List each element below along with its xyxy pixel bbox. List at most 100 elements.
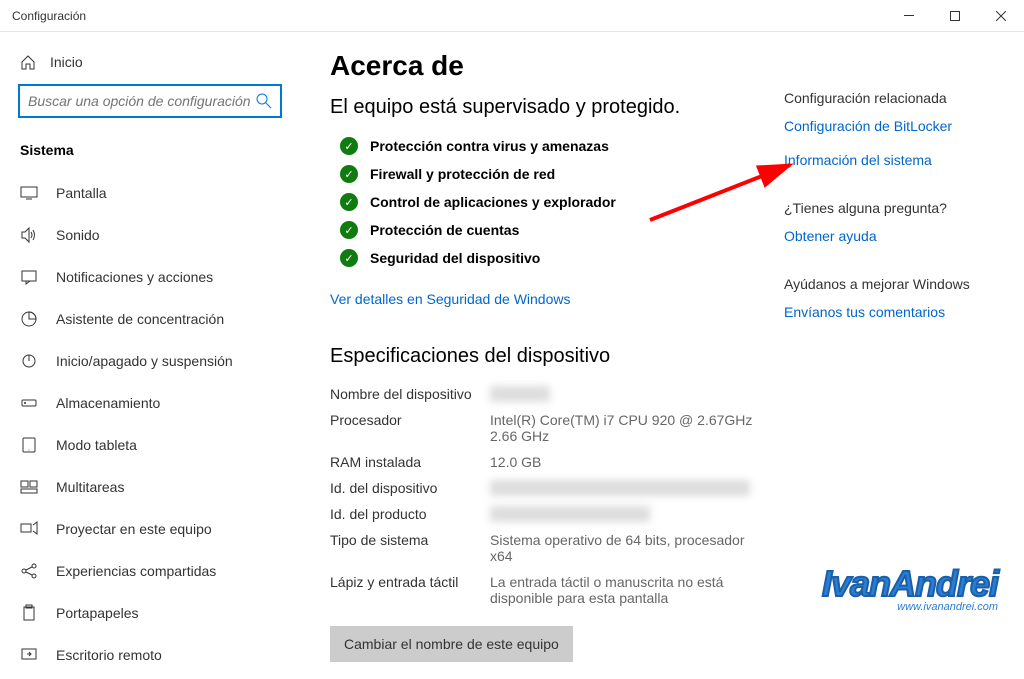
check-icon: ✓ (340, 221, 358, 239)
home-label: Inicio (50, 54, 83, 70)
search-input[interactable] (28, 93, 256, 109)
spec-value-blurred (490, 386, 550, 402)
protection-label: Firewall y protección de red (370, 166, 555, 182)
spec-row-device-id: Id. del dispositivo (330, 480, 754, 496)
sidebar-section-header: Sistema (0, 136, 300, 172)
check-icon: ✓ (340, 193, 358, 211)
sidebar-item-remote[interactable]: Escritorio remoto (0, 634, 300, 676)
sidebar-item-shared[interactable]: Experiencias compartidas (0, 550, 300, 592)
sidebar-item-label: Proyectar en este equipo (56, 521, 212, 537)
protection-label: Seguridad del dispositivo (370, 250, 540, 266)
remote-icon (20, 646, 38, 664)
maximize-button[interactable] (932, 0, 978, 32)
spec-label: Lápiz y entrada táctil (330, 574, 490, 606)
sidebar-item-tablet[interactable]: Modo tableta (0, 424, 300, 466)
system-info-link[interactable]: Información del sistema (784, 152, 994, 168)
protection-label: Protección de cuentas (370, 222, 519, 238)
notifications-icon (20, 268, 38, 286)
spec-row-processor: Procesador Intel(R) Core(TM) i7 CPU 920 … (330, 412, 754, 444)
clipboard-icon (20, 604, 38, 622)
project-icon (20, 520, 38, 538)
spec-row-device-name: Nombre del dispositivo (330, 386, 754, 402)
minimize-button[interactable] (886, 0, 932, 32)
spec-label: Id. del producto (330, 506, 490, 522)
window-controls (886, 0, 1024, 32)
display-icon (20, 184, 38, 202)
sidebar-item-clipboard[interactable]: Portapapeles (0, 592, 300, 634)
close-button[interactable] (978, 0, 1024, 32)
power-icon (20, 352, 38, 370)
sidebar-item-label: Sonido (56, 227, 100, 243)
spec-value-blurred (490, 506, 650, 522)
protection-label: Protección contra virus y amenazas (370, 138, 609, 154)
spec-value-blurred (490, 480, 750, 496)
window-title: Configuración (12, 9, 886, 23)
spec-row-product-id: Id. del producto (330, 506, 754, 522)
sidebar-item-label: Experiencias compartidas (56, 563, 216, 579)
sidebar-item-label: Inicio/apagado y suspensión (56, 353, 233, 369)
titlebar: Configuración (0, 0, 1024, 32)
sidebar-item-sonido[interactable]: Sonido (0, 214, 300, 256)
feedback-link[interactable]: Envíanos tus comentarios (784, 304, 994, 320)
sound-icon (20, 226, 38, 244)
spec-label: Procesador (330, 412, 490, 444)
sidebar-item-label: Multitareas (56, 479, 124, 495)
rename-pc-button[interactable]: Cambiar el nombre de este equipo (330, 626, 573, 662)
security-details-link[interactable]: Ver detalles en Seguridad de Windows (330, 291, 570, 307)
sidebar-item-power[interactable]: Inicio/apagado y suspensión (0, 340, 300, 382)
check-icon: ✓ (340, 165, 358, 183)
check-icon: ✓ (340, 137, 358, 155)
check-icon: ✓ (340, 249, 358, 267)
spec-label: Tipo de sistema (330, 532, 490, 564)
related-heading: Configuración relacionada (784, 90, 994, 106)
protection-item: ✓ Protección contra virus y amenazas (330, 137, 754, 155)
sidebar-item-storage[interactable]: Almacenamiento (0, 382, 300, 424)
focus-icon (20, 310, 38, 328)
watermark-text: IvanAndrei (822, 563, 998, 605)
multitask-icon (20, 478, 38, 496)
sidebar-item-multitask[interactable]: Multitareas (0, 466, 300, 508)
protection-item: ✓ Control de aplicaciones y explorador (330, 193, 754, 211)
home-icon (20, 54, 36, 70)
page-title: Acerca de (330, 50, 754, 82)
home-link[interactable]: Inicio (0, 50, 300, 84)
spec-row-system-type: Tipo de sistema Sistema operativo de 64 … (330, 532, 754, 564)
shared-icon (20, 562, 38, 580)
sidebar-item-notificaciones[interactable]: Notificaciones y acciones (0, 256, 300, 298)
protection-item: ✓ Firewall y protección de red (330, 165, 754, 183)
sidebar: Inicio Sistema Pantalla Sonido Notificac… (0, 32, 300, 679)
spec-value: Sistema operativo de 64 bits, procesador… (490, 532, 754, 564)
related-heading: ¿Tienes alguna pregunta? (784, 200, 994, 216)
tablet-icon (20, 436, 38, 454)
watermark: IvanAndrei www.ivanandrei.com (822, 563, 998, 613)
protection-label: Control de aplicaciones y explorador (370, 194, 616, 210)
sidebar-item-label: Almacenamiento (56, 395, 160, 411)
spec-value: 12.0 GB (490, 454, 541, 470)
sidebar-item-label: Pantalla (56, 185, 107, 201)
spec-value: La entrada táctil o manuscrita no está d… (490, 574, 754, 606)
spec-value: Intel(R) Core(TM) i7 CPU 920 @ 2.67GHz 2… (490, 412, 754, 444)
spec-label: Nombre del dispositivo (330, 386, 490, 402)
sidebar-item-label: Notificaciones y acciones (56, 269, 213, 285)
sidebar-item-project[interactable]: Proyectar en este equipo (0, 508, 300, 550)
sidebar-item-label: Modo tableta (56, 437, 137, 453)
spec-label: Id. del dispositivo (330, 480, 490, 496)
specs-heading: Especificaciones del dispositivo (330, 345, 754, 368)
sidebar-item-label: Escritorio remoto (56, 647, 162, 663)
search-icon (256, 93, 272, 109)
protection-item: ✓ Seguridad del dispositivo (330, 249, 754, 267)
spec-row-ram: RAM instalada 12.0 GB (330, 454, 754, 470)
spec-row-pen: Lápiz y entrada táctil La entrada táctil… (330, 574, 754, 606)
bitlocker-link[interactable]: Configuración de BitLocker (784, 118, 994, 134)
get-help-link[interactable]: Obtener ayuda (784, 228, 994, 244)
related-heading: Ayúdanos a mejorar Windows (784, 276, 994, 292)
storage-icon (20, 394, 38, 412)
sidebar-item-pantalla[interactable]: Pantalla (0, 172, 300, 214)
sidebar-item-concentracion[interactable]: Asistente de concentración (0, 298, 300, 340)
protection-heading: El equipo está supervisado y protegido. (330, 96, 754, 119)
search-box[interactable] (18, 84, 282, 118)
protection-item: ✓ Protección de cuentas (330, 221, 754, 239)
spec-label: RAM instalada (330, 454, 490, 470)
sidebar-item-label: Portapapeles (56, 605, 139, 621)
sidebar-item-label: Asistente de concentración (56, 311, 224, 327)
